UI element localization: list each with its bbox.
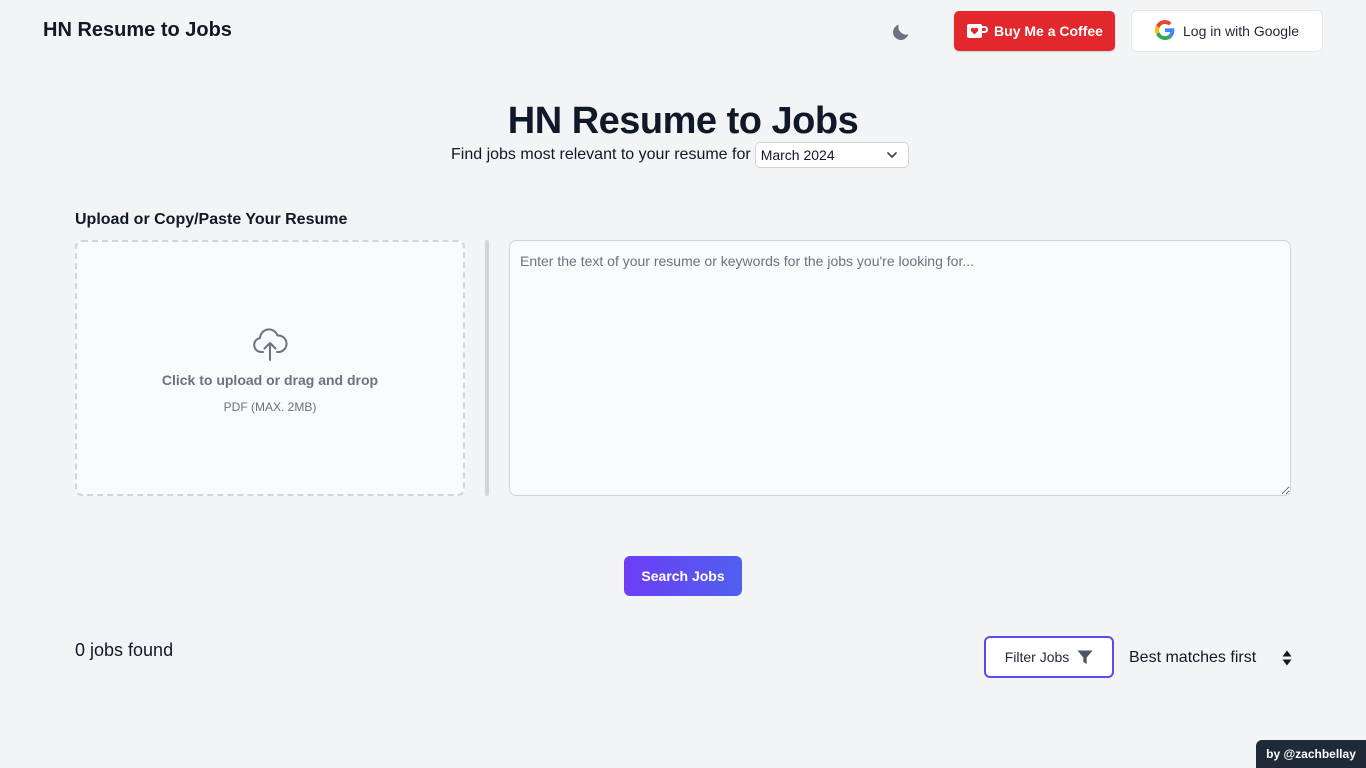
buy-me-a-coffee-button[interactable]: Buy Me a Coffee (954, 11, 1115, 51)
resume-textarea[interactable] (509, 240, 1291, 496)
page-title: HN Resume to Jobs (507, 100, 859, 142)
moon-icon[interactable] (890, 21, 912, 43)
search-jobs-button[interactable]: Search Jobs (624, 556, 742, 596)
month-select-value: March 2024 (760, 147, 835, 163)
vertical-divider (485, 240, 489, 496)
sort-select-value: Best matches first (1129, 649, 1257, 666)
filter-icon (1077, 650, 1093, 664)
sort-select[interactable]: Best matches first (1129, 645, 1292, 671)
filter-jobs-button[interactable]: Filter Jobs (984, 636, 1114, 678)
cloud-upload-icon (253, 328, 288, 361)
upload-heading: Upload or Copy/Paste Your Resume (75, 211, 348, 228)
sort-arrows-icon (1282, 650, 1292, 666)
google-login-button[interactable]: Log in with Google (1131, 10, 1323, 52)
author-credit-link[interactable]: by @zachbellay (1256, 740, 1366, 768)
resume-upload-dropzone[interactable]: Click to upload or drag and drop PDF (MA… (75, 240, 465, 496)
google-icon (1155, 19, 1175, 43)
jobs-found-count: 0 jobs found (75, 640, 174, 660)
month-select[interactable]: March 2024 (754, 142, 909, 168)
chevron-down-icon (886, 152, 897, 158)
site-title[interactable]: HN Resume to Jobs (43, 19, 232, 42)
subtitle-row: Find jobs most relevant to your resume f… (451, 142, 909, 168)
coffee-button-label: Buy Me a Coffee (994, 23, 1103, 39)
coffee-cup-icon (966, 23, 988, 39)
filter-jobs-label: Filter Jobs (1004, 649, 1070, 665)
google-login-label: Log in with Google (1183, 23, 1299, 39)
subtitle-text: Find jobs most relevant to your resume f… (451, 146, 751, 163)
dropzone-sub-text: PDF (MAX. 2MB) (223, 400, 317, 414)
dropzone-main-text: Click to upload or drag and drop (161, 372, 379, 388)
